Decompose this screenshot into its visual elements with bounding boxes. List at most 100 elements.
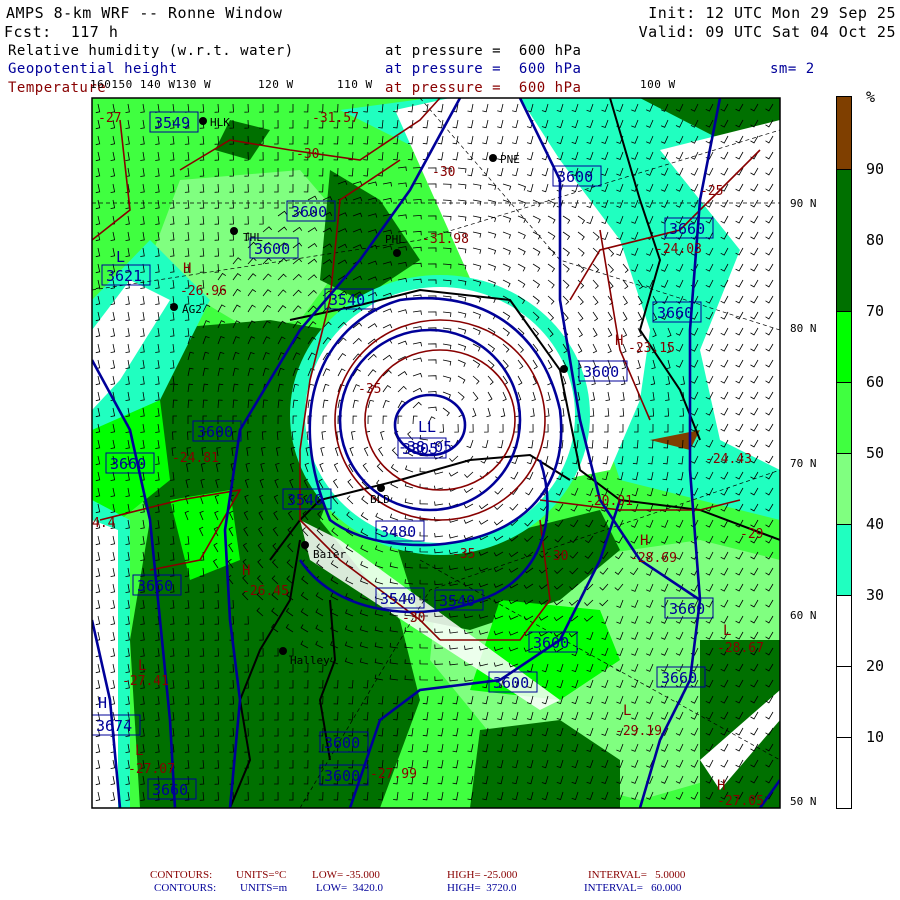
station-label: PHL xyxy=(385,233,405,246)
station-label: HLK xyxy=(210,116,230,129)
height-label: 3600 xyxy=(324,767,360,785)
height-label: 3660 xyxy=(669,220,705,238)
temperature-label: -30 xyxy=(545,549,568,564)
temperature-label: -26.96 xyxy=(180,284,227,299)
height-label: 3621 xyxy=(106,267,142,285)
high-mark: H xyxy=(717,778,725,794)
colorbar-segment xyxy=(836,453,852,525)
height-label: 3660 xyxy=(661,669,697,687)
temperature-label: -25 xyxy=(700,184,723,199)
temperature-label: -29.19 xyxy=(615,724,662,739)
temperature-label: -30 xyxy=(402,611,425,626)
temperature-label: -24.43 xyxy=(705,452,752,467)
height-label: 3600 xyxy=(324,734,360,752)
temperature-label: -20.01 xyxy=(586,494,633,509)
colorbar-unit: % xyxy=(866,88,876,106)
height-label: 3660 xyxy=(110,455,146,473)
height-label: 3600 xyxy=(533,634,569,652)
colorbar-segment xyxy=(836,524,852,596)
height-label: 3600 xyxy=(254,240,290,258)
footer-low: LOW= -35.000 xyxy=(312,869,380,881)
high-mark: H xyxy=(615,333,623,349)
footer-label: CONTOURS: xyxy=(154,882,217,894)
temperature-label: -27.99 xyxy=(370,767,417,782)
lat-label: 80 N xyxy=(790,322,817,335)
height-label: 3600 xyxy=(583,363,619,381)
station-label: BLD xyxy=(370,493,390,506)
colorbar-tick: 10 xyxy=(866,728,885,746)
footer-interval: INTERVAL= 5.0000 xyxy=(588,869,686,881)
temperature-label: -28.69 xyxy=(630,551,677,566)
height-label: 3600 xyxy=(557,168,593,186)
colorbar-segment xyxy=(836,666,852,738)
low-mark: LL xyxy=(418,418,436,436)
temperature-label: -38.05 xyxy=(398,438,452,456)
low-mark: L xyxy=(138,658,146,674)
temperature-label: -27.07 xyxy=(128,762,175,777)
colorbar-segment xyxy=(836,311,852,383)
temperature-label: 4.4 xyxy=(92,516,116,531)
colorbar-segment xyxy=(836,96,852,170)
temperature-label: -29 xyxy=(740,527,763,542)
colorbar-tick: 20 xyxy=(866,657,885,675)
temperature-label: -28.67 xyxy=(717,641,764,656)
colorbar-tick: 60 xyxy=(866,373,885,391)
height-label: 3600 xyxy=(291,203,327,221)
height-label: 3674 xyxy=(96,717,132,735)
height-label: 3600 xyxy=(493,674,529,692)
height-label: 3540 xyxy=(287,491,323,509)
lat-label: 60 N xyxy=(790,609,817,622)
colorbar-tick: 80 xyxy=(866,231,885,249)
height-label: 3480 xyxy=(380,523,416,541)
temperature-label: -31.57 xyxy=(312,111,359,126)
height-label: 3540 xyxy=(329,291,365,309)
height-label: 3600 xyxy=(197,423,233,441)
colorbar-segment xyxy=(836,595,852,667)
height-label: 3549 xyxy=(154,114,190,132)
temperature-label: -24.03 xyxy=(655,242,702,257)
height-label: 3660 xyxy=(669,600,705,618)
temperature-label: -27 xyxy=(98,111,121,126)
colorbar-tick: 50 xyxy=(866,444,885,462)
height-label: 3660 xyxy=(137,577,173,595)
lat-label: 70 N xyxy=(790,457,817,470)
temperature-label: -35 xyxy=(452,547,475,562)
low-mark: L xyxy=(135,743,143,759)
footer-low: LOW= 3420.0 xyxy=(316,882,383,894)
temperature-label: -23.15 xyxy=(628,341,675,356)
high-mark: H xyxy=(242,563,250,579)
high-mark: H xyxy=(640,533,648,549)
station-label: AG2 xyxy=(182,303,202,316)
low-mark: L xyxy=(116,248,125,266)
footer-label: CONTOURS: xyxy=(150,869,213,881)
footer-units: UNITS=°C xyxy=(236,869,287,881)
height-label: 3540 xyxy=(380,590,416,608)
colorbar-segment xyxy=(836,737,852,809)
colorbar-tick: 70 xyxy=(866,302,885,320)
temperature-label: -26.45 xyxy=(242,584,289,599)
station-label: Baier xyxy=(313,548,346,561)
footer-units: UNITS=m xyxy=(240,882,288,894)
lat-label: 90 N xyxy=(790,197,817,210)
station-label: Halley xyxy=(290,654,330,667)
colorbar-tick: 90 xyxy=(866,160,885,178)
height-label: 3540 xyxy=(439,592,475,610)
map: HLK THL AG2 PHL PNE BLD Baier Halley 354… xyxy=(91,97,817,809)
temperature-label: -35 xyxy=(358,382,381,397)
colorbar-segment xyxy=(836,382,852,454)
latitude-labels: 90 N 80 N 70 N 60 N 50 N xyxy=(790,197,817,808)
low-mark: L xyxy=(723,623,731,639)
temperature-label: -30 xyxy=(432,165,455,180)
temperature-label: -27.05 xyxy=(717,794,764,809)
temperature-label: -31.98 xyxy=(422,232,469,247)
footer-high: HIGH= -25.000 xyxy=(447,869,518,881)
temperature-label: -27.41 xyxy=(122,674,169,689)
temperature-label: -30 xyxy=(296,147,319,162)
high-mark: H xyxy=(183,261,191,277)
lat-label: 50 N xyxy=(790,795,817,808)
colorbar-tick: 30 xyxy=(866,586,885,604)
height-label: 3660 xyxy=(152,781,188,799)
high-mark: H xyxy=(98,694,107,712)
temperature-label: -24.81 xyxy=(172,451,219,466)
footer-interval: INTERVAL= 60.000 xyxy=(584,882,682,894)
